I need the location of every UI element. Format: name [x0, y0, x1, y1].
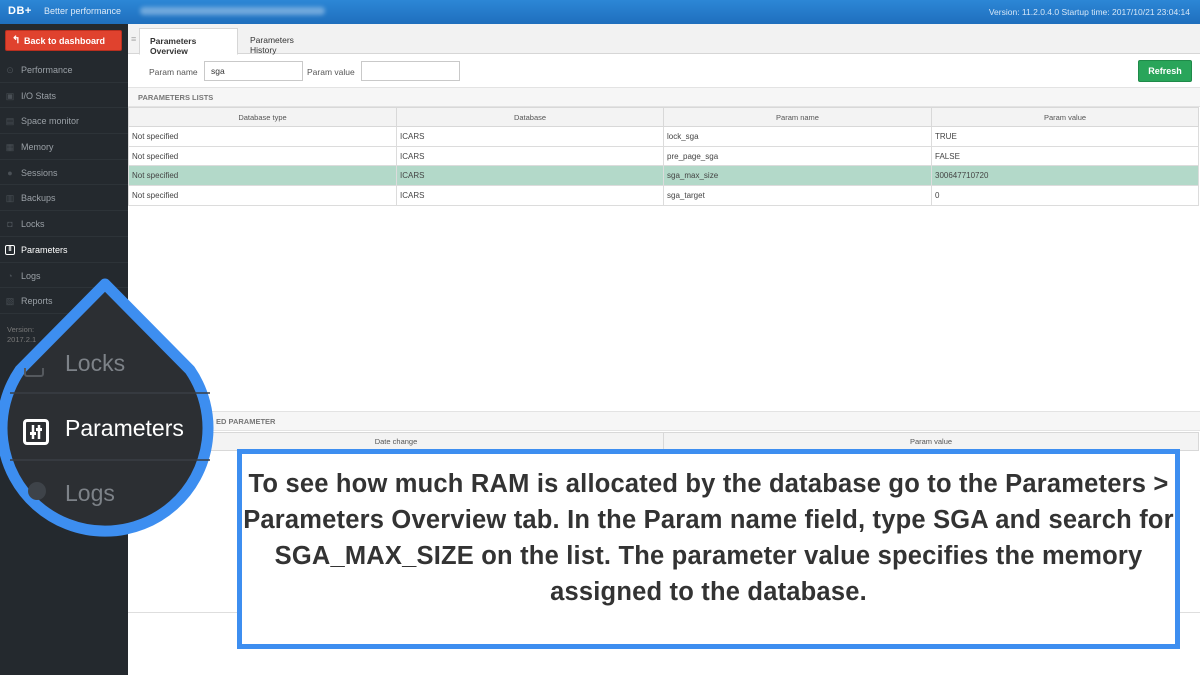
sidebar-item-label: Memory: [21, 142, 54, 153]
history-section-heading: ED PARAMETER: [128, 411, 1200, 431]
cell-database-type: Not specified: [128, 185, 397, 206]
blurred-database-name: [140, 7, 325, 15]
back-to-dashboard-button[interactable]: ↰ Back to dashboard: [5, 30, 122, 51]
cell-param-value: 300647710720: [931, 165, 1199, 187]
sidebar-item-label: I/O Stats: [21, 90, 57, 101]
param-name-input[interactable]: [204, 61, 303, 81]
column-header-param-name[interactable]: Param name: [663, 107, 932, 127]
magnified-lock-icon: [24, 368, 44, 377]
sidebar-item-label: Locks: [21, 219, 45, 230]
magnified-logs-label: Logs: [65, 480, 115, 506]
magnified-parameters-icon: [23, 419, 49, 445]
table-row[interactable]: Not specified ICARS pre_page_sga FALSE: [128, 145, 1199, 167]
drag-handle-icon[interactable]: ≡: [131, 34, 136, 44]
cell-database: ICARS: [396, 126, 664, 147]
table-header-row: Database type Database Param name Param …: [128, 107, 1199, 127]
performance-icon: ⊙: [6, 65, 14, 75]
cell-param-value: FALSE: [931, 145, 1199, 167]
sidebar-item-label: Performance: [21, 65, 73, 75]
column-header-database[interactable]: Database: [396, 107, 664, 127]
sidebar-item-performance[interactable]: ⊙ Performance: [0, 57, 128, 83]
cell-param-name: sga_max_size: [663, 165, 932, 187]
refresh-button[interactable]: Refresh: [1138, 60, 1192, 82]
cell-database: ICARS: [396, 165, 664, 187]
space-monitor-icon: ▤: [5, 116, 15, 127]
magnified-locks-label: Locks: [65, 350, 126, 376]
tab-parameters-history[interactable]: Parameters History: [240, 28, 328, 55]
app-logo[interactable]: DB+: [8, 5, 32, 17]
parameters-sliders-icon: [30, 425, 42, 439]
sidebar-item-backups[interactable]: ▥ Backups: [0, 185, 128, 212]
column-header-history-param-value[interactable]: Param value: [663, 432, 1199, 451]
parameters-list-heading: PARAMETERS LISTS: [128, 87, 1200, 107]
sidebar-item-locks[interactable]: ◘ Locks: [0, 211, 128, 237]
cell-param-name: pre_page_sga: [663, 145, 932, 167]
table-row-selected[interactable]: Not specified ICARS sga_max_size 3006477…: [128, 165, 1199, 187]
lock-icon: ◘: [7, 219, 13, 230]
param-name-label: Param name: [149, 67, 198, 77]
table-row[interactable]: Not specified ICARS sga_target 0: [128, 185, 1199, 206]
cell-param-name: sga_target: [663, 185, 932, 206]
sidebar-item-space-monitor[interactable]: ▤ Space monitor: [0, 108, 128, 135]
io-stats-icon: ▣: [5, 90, 15, 101]
sidebar-item-label: Backups: [21, 193, 56, 204]
table-row[interactable]: Not specified ICARS lock_sga TRUE: [128, 126, 1199, 147]
column-header-param-value[interactable]: Param value: [931, 107, 1199, 127]
tab-parameters-overview[interactable]: Parameters Overview: [139, 28, 238, 56]
memory-icon: ▦: [5, 142, 15, 153]
instruction-text: To see how much RAM is allocated by the …: [243, 470, 1174, 606]
cell-database-type: Not specified: [128, 126, 397, 147]
back-button-label: Back to dashboard: [24, 36, 106, 46]
sidebar-item-parameters[interactable]: ǁ Parameters: [0, 237, 128, 263]
sidebar-item-sessions[interactable]: ● Sessions: [0, 160, 128, 186]
app-tagline: Better performance: [44, 6, 122, 16]
cell-database-type: Not specified: [128, 165, 397, 187]
instruction-callout: To see how much RAM is allocated by the …: [237, 449, 1180, 649]
history-header-row: Date change Param value: [128, 432, 1199, 451]
backups-icon: ▥: [5, 193, 15, 204]
magnifier-labels: Locks Parameters Logs: [0, 270, 220, 540]
parameters-icon: ǁ: [5, 244, 15, 255]
column-header-database-type[interactable]: Database type: [128, 107, 397, 127]
param-value-label: Param value: [307, 67, 355, 77]
cell-param-value: 0: [931, 185, 1199, 206]
version-info: Version: 11.2.0.4.0 Startup time: 2017/1…: [988, 7, 1190, 17]
sidebar-item-memory[interactable]: ▦ Memory: [0, 134, 128, 160]
sidebar-item-label: Sessions: [21, 167, 58, 178]
cell-param-value: TRUE: [931, 126, 1199, 147]
cell-database: ICARS: [396, 145, 664, 167]
cell-database-type: Not specified: [128, 145, 397, 167]
cell-param-name: lock_sga: [663, 126, 932, 147]
sidebar-item-io-stats[interactable]: ▣ I/O Stats: [0, 83, 128, 109]
magnified-logs-icon: [28, 482, 46, 500]
magnifier-callout: Locks Parameters Logs: [0, 270, 220, 540]
top-bar: DB+ Better performance Version: 11.2.0.4…: [0, 0, 1200, 24]
parameters-table: Database type Database Param name Param …: [128, 107, 1199, 206]
history-heading-text: ED PARAMETER: [216, 417, 276, 426]
magnified-parameters-label: Parameters: [65, 415, 184, 441]
sessions-icon: ●: [7, 167, 13, 178]
param-value-input[interactable]: [361, 61, 460, 81]
sidebar-item-label: Parameters: [21, 244, 68, 255]
cell-database: ICARS: [396, 185, 664, 206]
sidebar-item-label: Space monitor: [21, 116, 80, 127]
tabs-bar: ≡ Parameters Overview Parameters History: [128, 24, 1200, 56]
back-arrow-icon: ↰: [12, 35, 21, 46]
